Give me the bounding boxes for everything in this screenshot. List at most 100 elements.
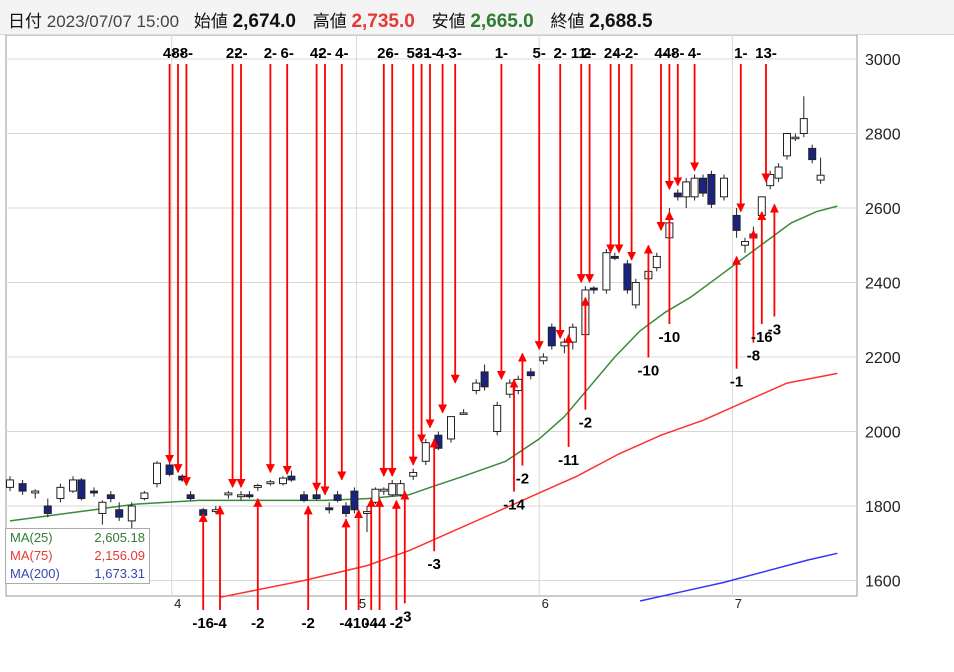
candle-body — [774, 166, 783, 179]
candle-body — [434, 434, 443, 449]
candle-body — [69, 479, 77, 492]
y-tick-label: 2000 — [865, 425, 901, 442]
signal-label-down: 3- — [449, 45, 462, 62]
date-value: 2023/07/07 15:00 — [46, 12, 180, 31]
candle-body — [631, 282, 640, 306]
candle-body — [90, 490, 98, 494]
candle-body — [6, 479, 14, 488]
candle-down — [707, 170, 716, 208]
low-value: 2,665.0 — [470, 11, 534, 32]
signal-label-up: -3 — [398, 608, 411, 625]
candle-body — [31, 490, 40, 494]
signal-label-down: 2- — [554, 45, 567, 62]
candle-body — [333, 494, 342, 501]
candle-body — [325, 507, 334, 511]
candle-body — [472, 382, 481, 392]
candle-body — [77, 479, 86, 500]
candle-body — [732, 214, 741, 231]
x-tick-label: 7 — [735, 596, 742, 611]
candle-body — [480, 371, 489, 388]
price-header: 日付 2023/07/07 15:00 始値 2,674.0 高値 2,735.… — [0, 0, 954, 35]
candle-body — [237, 494, 245, 498]
candle-up — [690, 174, 699, 201]
candle-body — [379, 488, 388, 492]
date-label: 日付 — [8, 12, 42, 31]
candle-body — [816, 174, 825, 181]
y-tick-label: 3000 — [865, 52, 901, 69]
candle-body — [493, 404, 502, 432]
signal-label-down: 6- — [281, 45, 294, 62]
signal-label-up: -2 — [251, 615, 264, 632]
y-tick-label: 1600 — [865, 574, 901, 591]
signal-label-down: 2- — [234, 45, 247, 62]
candle-body — [140, 492, 149, 500]
candle-up — [602, 248, 611, 294]
candle-body — [560, 341, 569, 347]
candle-body — [699, 177, 707, 194]
signal-label-down: 2- — [318, 45, 331, 62]
candle-body — [178, 475, 187, 481]
open-label: 始値 — [193, 12, 228, 31]
candle-body — [115, 509, 124, 518]
candle-body — [371, 488, 380, 503]
candle-body — [165, 464, 174, 475]
legend-ma25: MA(25) 2,605.18 — [6, 529, 149, 547]
signal-label-up: -3 — [428, 556, 441, 573]
candle-body — [127, 505, 136, 522]
signal-label-down: 6- — [386, 45, 399, 62]
legend-ma200-name: MA(200) — [10, 566, 60, 581]
y-tick-label: 2600 — [865, 201, 901, 218]
candle-body — [253, 485, 262, 488]
signal-label-down: 2- — [625, 45, 638, 62]
close-value: 2,688.5 — [589, 11, 653, 32]
legend-ma75-name: MA(75) — [10, 548, 53, 563]
candle-body — [799, 118, 808, 134]
candle-body — [673, 192, 682, 198]
x-tick-label: 5 — [359, 596, 366, 611]
candle-down — [547, 323, 556, 350]
y-tick-label: 1800 — [865, 499, 901, 516]
candle-body — [421, 442, 430, 462]
legend-ma75: MA(75) 2,156.09 — [6, 547, 149, 565]
candle-up — [279, 476, 287, 486]
candle-body — [342, 505, 350, 514]
legend-ma200: MA(200) 1,673.31 — [6, 565, 149, 583]
candle-body — [224, 492, 233, 496]
candle-body — [388, 483, 397, 496]
candle-body — [56, 486, 65, 500]
candle-body — [245, 494, 254, 498]
signal-label-down: 4- — [335, 45, 348, 62]
legend-ma25-value: 2,605.18 — [94, 530, 145, 545]
candle-up — [140, 491, 149, 501]
signal-label-down: 8- — [671, 45, 684, 62]
signal-label-up: -4 — [213, 615, 227, 632]
candle-body — [186, 494, 195, 500]
candle-down — [350, 487, 359, 514]
candle-body — [18, 483, 27, 492]
candle-body — [447, 416, 455, 440]
candle-body — [505, 382, 514, 395]
legend-ma25-name: MA(25) — [10, 530, 53, 545]
candle-body — [43, 505, 52, 514]
candle-body — [720, 177, 728, 198]
high-label: 高値 — [312, 12, 347, 31]
candle-up — [447, 416, 455, 443]
signal-label-up: -10 — [659, 329, 681, 346]
signal-label-down: 4- — [688, 45, 701, 62]
candle-body — [153, 462, 161, 485]
signal-label-down: 1- — [423, 45, 436, 62]
candle-up — [631, 278, 640, 309]
candle-body — [312, 494, 321, 500]
signal-label-up: -2 — [302, 615, 315, 632]
candle-body — [106, 494, 115, 500]
candle-body — [98, 501, 107, 514]
candle-body — [539, 356, 548, 362]
signal-label-down: 8- — [180, 45, 193, 62]
candle-body — [682, 181, 691, 198]
close-label: 終値 — [550, 12, 585, 31]
y-tick-label: 2800 — [865, 127, 901, 144]
candle-body — [363, 511, 371, 514]
candle-down — [699, 174, 707, 197]
candle-down — [623, 260, 632, 294]
signal-label-up: -16 — [192, 615, 214, 632]
